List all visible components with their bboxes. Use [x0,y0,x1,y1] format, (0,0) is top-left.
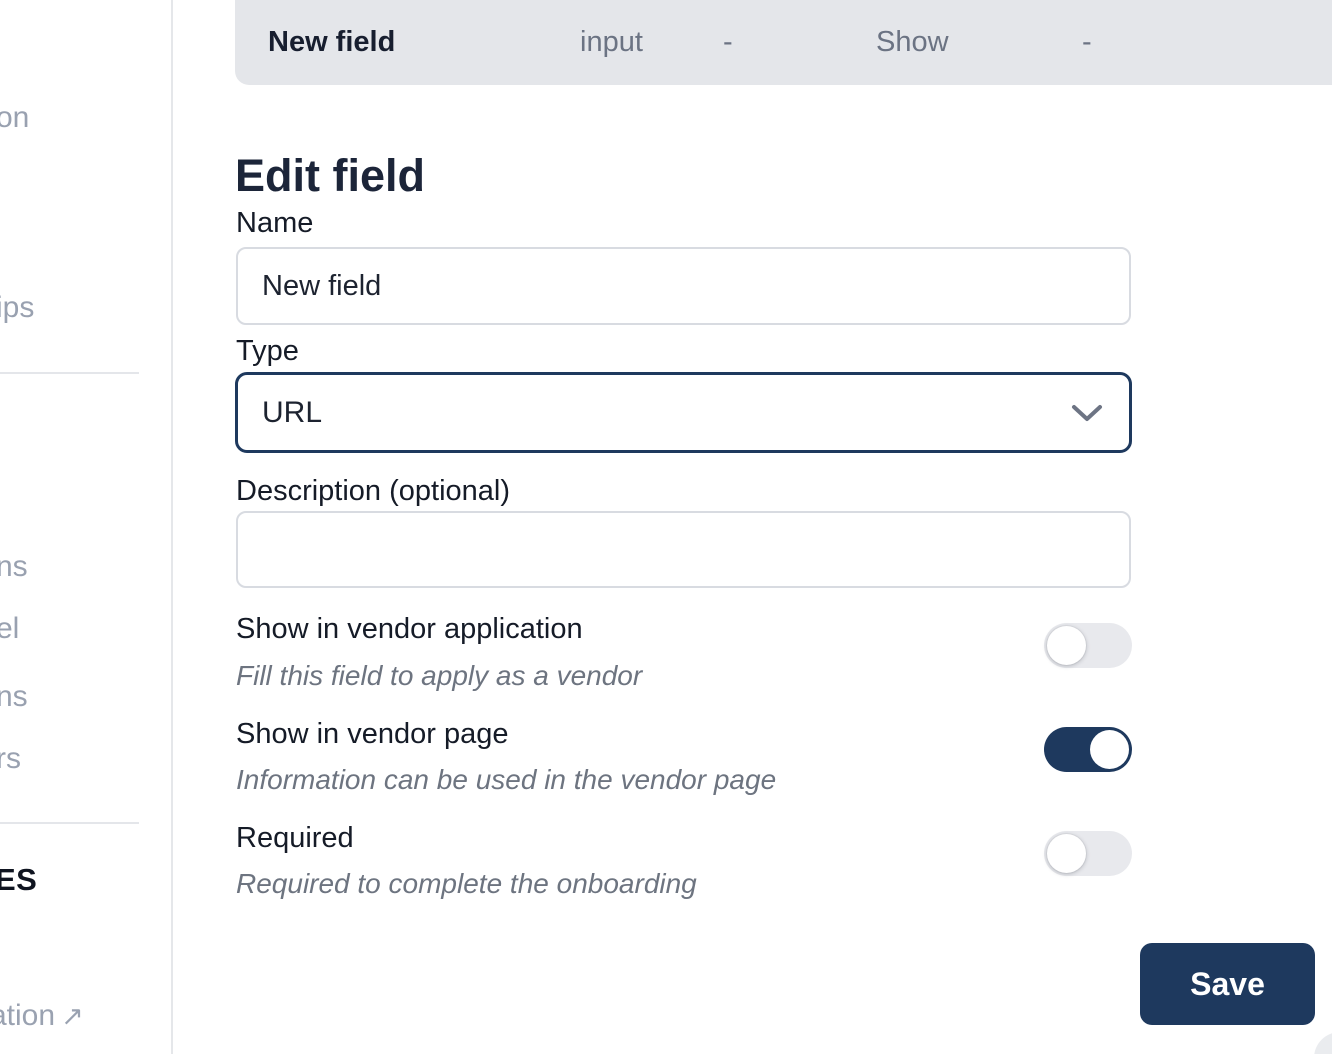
sidebar-divider-line [0,372,139,374]
toggle-required[interactable] [1044,831,1132,876]
type-select[interactable]: URL [235,372,1132,453]
toggle-knob [1047,834,1086,873]
save-button[interactable]: Save [1140,943,1315,1025]
sidebar-footer-link[interactable]: ation↗ [0,999,84,1033]
settings-page: on ips ns el ns rs ES ation↗ New field i… [0,0,1332,1054]
external-link-arrow-icon: ↗ [61,1001,84,1031]
type-field-label: Type [236,335,299,368]
sidebar-item-truncated-5[interactable]: ns [0,680,28,714]
sidebar-main-divider [171,0,173,1054]
toggle-knob [1090,730,1129,769]
sidebar-item-truncated-6[interactable]: rs [0,742,21,776]
toggle-show-in-vendor-application[interactable] [1044,623,1132,668]
row-cell-dash: - [723,0,733,85]
name-input[interactable] [236,247,1131,325]
sidebar-section-header: ES [0,862,37,898]
type-select-value: URL [262,396,322,430]
toggle-show-in-vendor-page[interactable] [1044,727,1132,772]
toggle-knob [1047,626,1086,665]
page-title: Edit field [235,150,425,202]
toggle-description-show-in-vendor-page: Information can be used in the vendor pa… [236,764,776,796]
sidebar-item-truncated-3[interactable]: ns [0,550,28,584]
toggle-label-required: Required [236,822,354,855]
sidebar-item-truncated-4[interactable]: el [0,612,19,646]
toggle-label-show-in-vendor-page: Show in vendor page [236,718,508,751]
chevron-down-icon [1071,403,1103,423]
sidebar-divider-line [0,822,139,824]
description-field-label: Description (optional) [236,475,510,508]
row-cell-visibility: Show [876,0,949,85]
toggle-description-required: Required to complete the onboarding [236,868,697,900]
row-cell-name: New field [268,0,395,85]
sidebar-item-truncated-2[interactable]: ips [0,291,34,325]
table-row-new-field[interactable]: New field input - Show - [235,0,1332,85]
description-input[interactable] [236,511,1131,588]
chat-widget-bubble[interactable] [1314,1032,1332,1054]
sidebar-item-truncated-1[interactable]: on [0,101,29,135]
row-cell-dash: - [1082,0,1092,85]
sidebar-footer-link-label: ation [0,999,55,1032]
toggle-label-show-in-vendor-application: Show in vendor application [236,613,583,646]
row-cell-type: input [580,0,643,85]
toggle-description-show-in-vendor-application: Fill this field to apply as a vendor [236,660,642,692]
name-field-label: Name [236,207,313,240]
